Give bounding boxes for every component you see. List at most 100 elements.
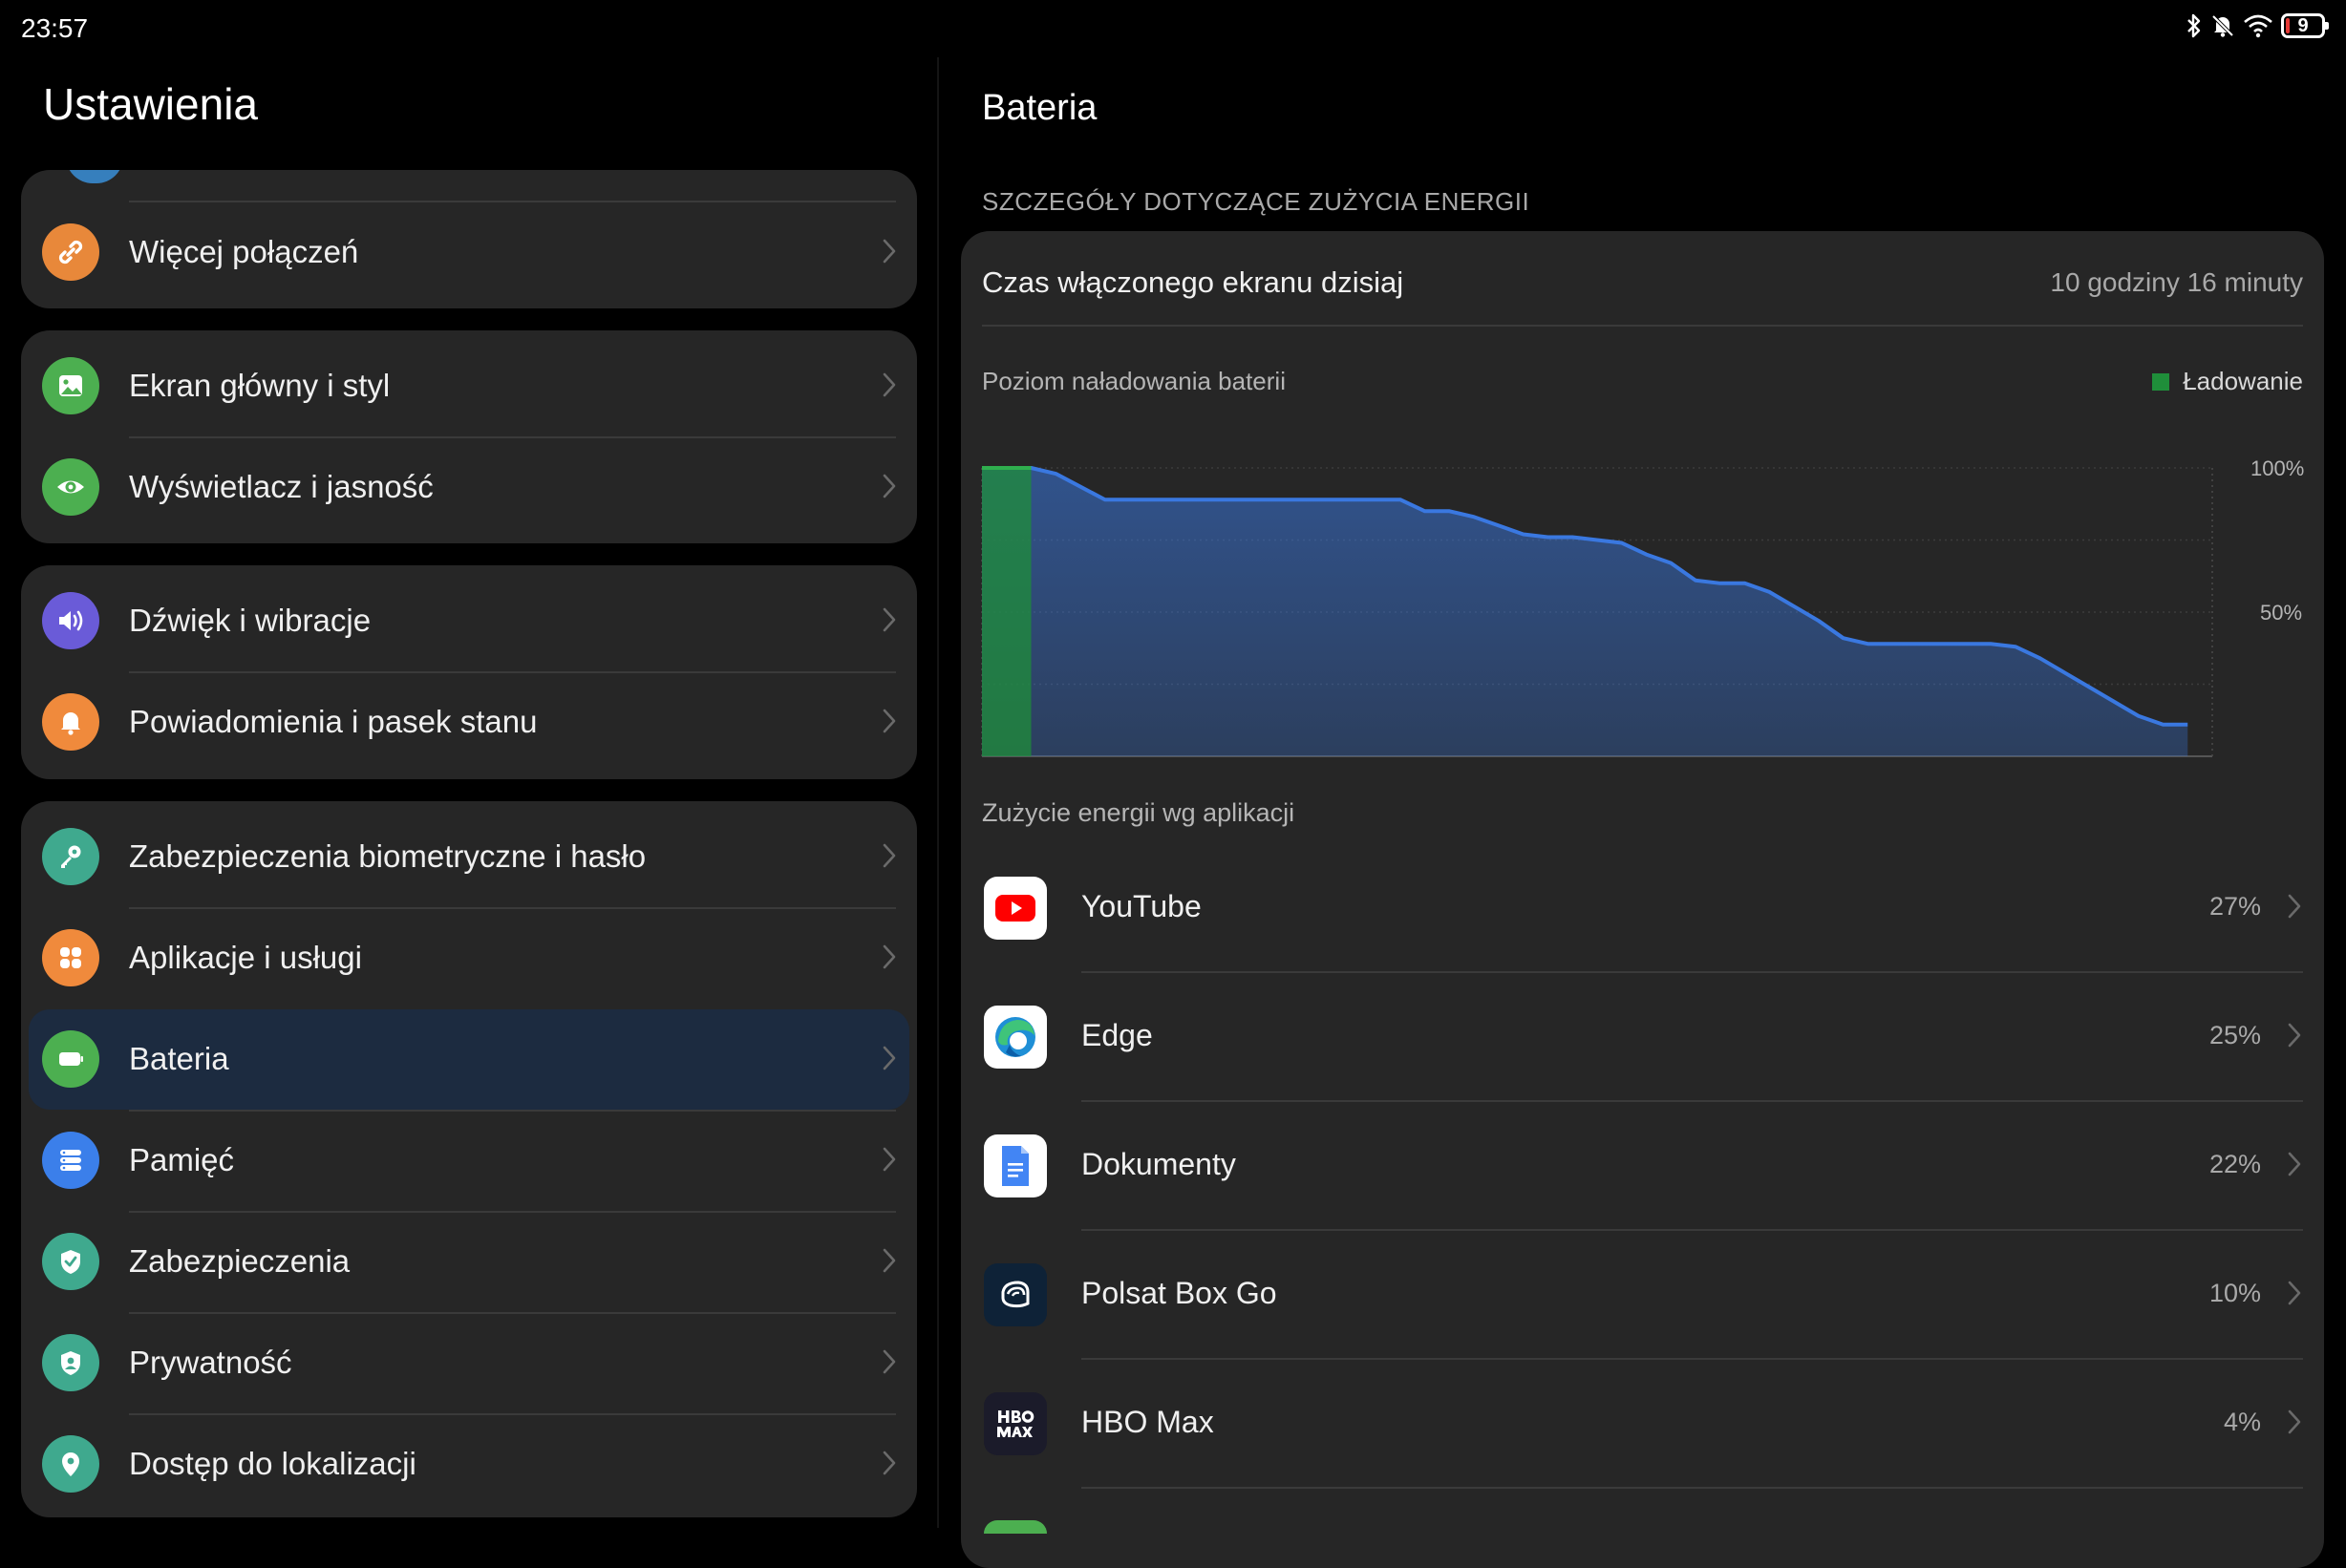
key-icon	[42, 828, 99, 885]
battery-level-label: Poziom naładowania baterii	[982, 367, 1286, 395]
settings-item-label: Dźwięk i wibracje	[129, 603, 372, 638]
edge-icon	[984, 1006, 1047, 1069]
app-usage-row-hbo-max[interactable]: HBO Max 4%	[961, 1360, 2324, 1489]
settings-group-system: Zabezpieczenia biometryczne i hasło Apli…	[21, 801, 917, 1517]
settings-group-connections: Więcej połączeń	[21, 170, 917, 308]
settings-group-sound: Dźwięk i wibracje Powiadomienia i pasek …	[21, 565, 917, 779]
battery-page-title: Bateria	[982, 88, 1098, 128]
screen-time-label: Czas włączonego ekranu dzisiaj	[982, 265, 1404, 299]
status-time: 23:57	[21, 13, 89, 43]
hbo-max-icon	[984, 1392, 1047, 1455]
youtube-icon	[984, 877, 1047, 940]
settings-item-security[interactable]: Zabezpieczenia	[21, 1212, 917, 1312]
chevron-right-icon	[881, 371, 898, 404]
chevron-right-icon	[881, 472, 898, 505]
app-name: HBO Max	[1081, 1405, 1214, 1439]
settings-item-label: Wyświetlacz i jasność	[129, 469, 434, 504]
chevron-right-icon	[881, 1449, 898, 1482]
eye-icon	[42, 458, 99, 516]
status-icons: 9	[2186, 13, 2329, 38]
chevron-right-icon	[881, 1347, 898, 1381]
settings-item-battery[interactable]: Bateria	[29, 1009, 909, 1110]
y-tick-label-100: 100%	[2250, 456, 2304, 480]
chevron-right-icon	[881, 1044, 898, 1077]
settings-item-label: Ekran główny i styl	[129, 368, 391, 403]
partial-item-icon	[66, 170, 123, 183]
charging-legend: Ładowanie	[2152, 367, 2303, 396]
settings-item-label: Dostęp do lokalizacji	[129, 1446, 416, 1481]
battery-icon	[42, 1030, 99, 1088]
chevron-right-icon	[2286, 1279, 2303, 1312]
chevron-right-icon	[2286, 1408, 2303, 1441]
app-name: Dokumenty	[1081, 1147, 1236, 1181]
card-divider	[982, 325, 2303, 327]
energy-usage-section-header: SZCZEGÓŁY DOTYCZĄCE ZUŻYCIA ENERGII	[982, 187, 1530, 216]
battery-indicator-icon: 9	[2281, 13, 2329, 38]
pane-divider	[937, 57, 939, 1528]
settings-item-location-access[interactable]: Dostęp do lokalizacji	[21, 1414, 917, 1515]
settings-item-more-connections[interactable]: Więcej połączeń	[21, 202, 917, 303]
y-tick-label-50: 50%	[2260, 601, 2302, 625]
charging-legend-label: Ładowanie	[2183, 367, 2303, 395]
charging-legend-swatch	[2152, 372, 2170, 391]
app-usage-row-edge[interactable]: Edge 25%	[961, 973, 2324, 1102]
settings-item-biometrics-password[interactable]: Zabezpieczenia biometryczne i hasło	[21, 807, 917, 907]
battery-level-chart: 100%50%18.0800:00	[981, 456, 2304, 757]
settings-item-label: Więcej połączeń	[129, 234, 359, 269]
settings-item-label: Prywatność	[129, 1345, 292, 1380]
settings-item-label: Zabezpieczenia	[129, 1243, 351, 1279]
chevron-right-icon	[881, 1246, 898, 1280]
docs-icon	[984, 1134, 1047, 1197]
shield-check-icon	[42, 1233, 99, 1290]
settings-item-label: Powiadomienia i pasek stanu	[129, 704, 538, 739]
app-name: Polsat Box Go	[1081, 1276, 1277, 1310]
app-name: Edge	[1081, 1018, 1153, 1052]
bluetooth-icon	[2186, 13, 2203, 38]
settings-item-privacy[interactable]: Prywatność	[21, 1313, 917, 1413]
link-icon	[42, 223, 99, 281]
app-usage-percent: 27%	[2208, 892, 2261, 921]
settings-item-label: Zabezpieczenia biometryczne i hasło	[129, 838, 647, 874]
chevron-right-icon	[881, 943, 898, 976]
chevron-right-icon	[2286, 892, 2303, 925]
app-usage-header: Zużycie energii wg aplikacji	[982, 798, 1295, 827]
screen-time-value: 10 godziny 16 minuty	[2050, 267, 2303, 297]
partial-app-icon	[984, 1520, 1047, 1534]
polsat-box-go-icon	[984, 1263, 1047, 1326]
app-usage-percent: 22%	[2208, 1150, 2261, 1178]
chevron-right-icon	[881, 707, 898, 740]
bell-off-icon	[2210, 13, 2235, 38]
settings-item-label: Aplikacje i usługi	[129, 940, 362, 975]
location-pin-icon	[42, 1435, 99, 1493]
apps-grid-icon	[42, 929, 99, 986]
chevron-right-icon	[881, 1145, 898, 1178]
item-divider	[1081, 1487, 2303, 1489]
status-bar: 23:57 9	[0, 0, 2346, 57]
storage-icon	[42, 1132, 99, 1189]
speaker-icon	[42, 592, 99, 649]
app-usage-row-dokumenty[interactable]: Dokumenty 22%	[961, 1102, 2324, 1231]
bell-icon	[42, 693, 99, 751]
settings-item-home-screen-style[interactable]: Ekran główny i styl	[21, 336, 917, 436]
chevron-right-icon	[881, 841, 898, 875]
app-usage-percent: 25%	[2208, 1021, 2261, 1049]
settings-item-storage[interactable]: Pamięć	[21, 1111, 917, 1211]
settings-item-notifications-status-bar[interactable]: Powiadomienia i pasek stanu	[21, 672, 917, 773]
settings-group-display: Ekran główny i styl Wyświetlacz i jasnoś…	[21, 330, 917, 543]
settings-item-label: Pamięć	[129, 1142, 235, 1177]
image-icon	[42, 357, 99, 414]
chevron-right-icon	[881, 605, 898, 639]
settings-item-sound-vibration[interactable]: Dźwięk i wibracje	[21, 571, 917, 671]
battery-level-text: 9	[2297, 15, 2309, 36]
app-usage-percent: 4%	[2223, 1408, 2261, 1436]
battery-level-area	[982, 468, 2188, 756]
energy-usage-card: Czas włączonego ekranu dzisiaj 10 godzin…	[961, 231, 2324, 1568]
app-usage-row-polsat-box-go[interactable]: Polsat Box Go 10%	[961, 1231, 2324, 1360]
settings-title: Ustawienia	[43, 79, 258, 129]
settings-item-apps-services[interactable]: Aplikacje i usługi	[21, 908, 917, 1008]
app-name: YouTube	[1081, 889, 1202, 923]
chevron-right-icon	[2286, 1150, 2303, 1183]
wifi-icon	[2243, 13, 2273, 38]
settings-item-display-brightness[interactable]: Wyświetlacz i jasność	[21, 437, 917, 538]
app-usage-row-youtube[interactable]: YouTube 27%	[961, 844, 2324, 973]
